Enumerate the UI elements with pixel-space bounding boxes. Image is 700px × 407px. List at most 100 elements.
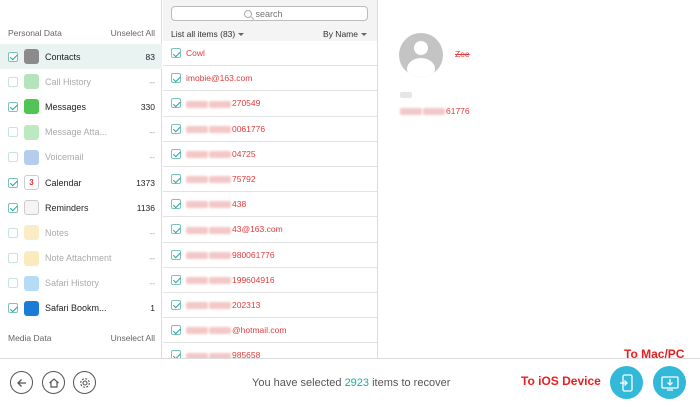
sidebar-item-safari-history[interactable]: Safari History --	[0, 271, 162, 296]
category-checkbox[interactable]	[8, 177, 18, 188]
sort-dropdown[interactable]: By Name	[323, 29, 367, 39]
item-checkbox[interactable]	[171, 299, 181, 310]
search-input[interactable]	[255, 8, 296, 19]
item-name-text: 270549	[232, 98, 261, 109]
sidebar-item-message-atta[interactable]: Message Atta... --	[0, 120, 162, 145]
blurred-text	[423, 108, 445, 116]
sidebar-item-voicemail[interactable]: Voicemail --	[0, 145, 162, 170]
sidebar-item-note-attachment[interactable]: Note Attachment --	[0, 246, 162, 271]
category-checkbox[interactable]	[8, 101, 18, 112]
list-item[interactable]: Cowl	[163, 41, 377, 67]
media-unselect-all-button[interactable]: Unselect All	[111, 333, 155, 343]
category-checkbox[interactable]	[8, 253, 18, 264]
list-item[interactable]: @hotmail.com	[163, 318, 377, 344]
reminders-icon	[24, 200, 39, 216]
category-label: Notes	[45, 227, 69, 238]
phone-label-blurred	[400, 92, 412, 98]
blurred-text	[209, 277, 231, 285]
search-box[interactable]	[171, 6, 368, 21]
list-all-items-dropdown[interactable]: List all items (83)	[171, 29, 245, 39]
sidebar-item-safari-bookm[interactable]: Safari Bookm... 1	[0, 296, 162, 321]
category-count: --	[149, 127, 155, 138]
to-computer-button[interactable]	[653, 366, 686, 399]
category-checkbox[interactable]	[8, 127, 18, 138]
settings-button[interactable]	[73, 371, 96, 394]
item-checkbox[interactable]	[171, 123, 181, 134]
category-checkbox[interactable]	[8, 152, 18, 163]
selection-status: You have selected 2923 items to recover	[252, 377, 450, 389]
status-suffix: items to recover	[372, 377, 451, 389]
contact-phone-value: 61776	[446, 106, 470, 116]
sidebar-item-reminders[interactable]: Reminders 1136	[0, 195, 162, 220]
list-item[interactable]: 0061776	[163, 116, 377, 142]
category-checkbox[interactable]	[8, 303, 18, 314]
item-checkbox[interactable]	[171, 73, 181, 84]
item-name: 438	[186, 199, 246, 209]
blurred-text	[209, 201, 231, 209]
item-checkbox[interactable]	[171, 174, 181, 185]
category-checkbox[interactable]	[8, 278, 18, 289]
selected-count: 2923	[344, 377, 370, 389]
sidebar-item-messages[interactable]: Messages 330	[0, 94, 162, 119]
phone-icon	[24, 74, 39, 90]
category-checkbox[interactable]	[8, 202, 18, 213]
list-item[interactable]: 438	[163, 192, 377, 218]
category-label: Messages	[45, 101, 87, 112]
item-checkbox[interactable]	[171, 274, 181, 285]
list-item[interactable]: 04725	[163, 141, 377, 167]
category-checkbox[interactable]	[8, 76, 18, 87]
contact-items: Cowl imobie@163.com 270549 0061776 04725 7579…	[163, 41, 377, 369]
item-checkbox[interactable]	[171, 224, 181, 235]
list-item[interactable]: 75792	[163, 166, 377, 193]
blurred-text	[209, 302, 231, 310]
personal-unselect-all-button[interactable]: Unselect All	[111, 28, 155, 38]
item-checkbox[interactable]	[171, 199, 181, 210]
category-label: Note Attachment	[45, 253, 112, 264]
category-label: Call History	[45, 76, 92, 87]
item-checkbox[interactable]	[171, 249, 181, 260]
category-label: Message Atta...	[45, 127, 108, 138]
contact-detail-panel: Zee 61776	[379, 0, 700, 358]
item-name: @hotmail.com	[186, 325, 286, 335]
item-checkbox[interactable]	[171, 325, 181, 336]
list-item[interactable]: 270549	[163, 91, 377, 117]
message-attachment-icon	[24, 124, 39, 140]
blurred-text	[209, 327, 231, 335]
category-checkbox[interactable]	[8, 51, 18, 62]
list-item[interactable]: 199604916	[163, 267, 377, 293]
blurred-text	[186, 125, 208, 133]
item-name: 980061776	[186, 250, 275, 260]
item-name: Cowl	[186, 48, 205, 58]
item-name-text: 438	[232, 199, 247, 210]
home-button[interactable]	[42, 371, 65, 394]
sidebar-item-notes[interactable]: Notes --	[0, 220, 162, 245]
item-name: 270549	[186, 98, 260, 108]
list-header: List all items (83) By Name	[163, 27, 377, 41]
list-item[interactable]: 980061776	[163, 242, 377, 268]
sidebar-item-contacts[interactable]: Contacts 83	[0, 44, 162, 70]
blurred-text	[209, 251, 231, 259]
list-item[interactable]: 43@163.com	[163, 217, 377, 243]
annotation-to-mac: To Mac/PC	[624, 347, 685, 361]
item-name-text: 199604916	[232, 274, 275, 285]
category-checkbox[interactable]	[8, 227, 18, 238]
category-list: Contacts 83 Call History -- Messages 330 Messa…	[0, 44, 162, 321]
blurred-text	[186, 176, 208, 184]
blurred-text	[209, 151, 231, 159]
back-button[interactable]	[10, 371, 33, 394]
blurred-text	[186, 201, 208, 209]
search-icon	[243, 9, 252, 18]
list-item[interactable]: 202313	[163, 292, 377, 319]
blurred-text	[186, 251, 208, 259]
item-name-text: 202313	[232, 299, 261, 310]
category-label: Reminders	[45, 202, 89, 213]
item-checkbox[interactable]	[171, 148, 181, 159]
item-checkbox[interactable]	[171, 48, 181, 59]
sidebar-item-call-history[interactable]: Call History --	[0, 69, 162, 94]
to-ios-device-button[interactable]	[610, 366, 643, 399]
item-checkbox[interactable]	[171, 98, 181, 109]
list-item[interactable]: imobie@163.com	[163, 66, 377, 92]
item-name-text: 75792	[232, 174, 256, 185]
download-computer-icon	[660, 375, 679, 391]
sidebar-item-calendar[interactable]: 3 Calendar 1373	[0, 170, 162, 195]
